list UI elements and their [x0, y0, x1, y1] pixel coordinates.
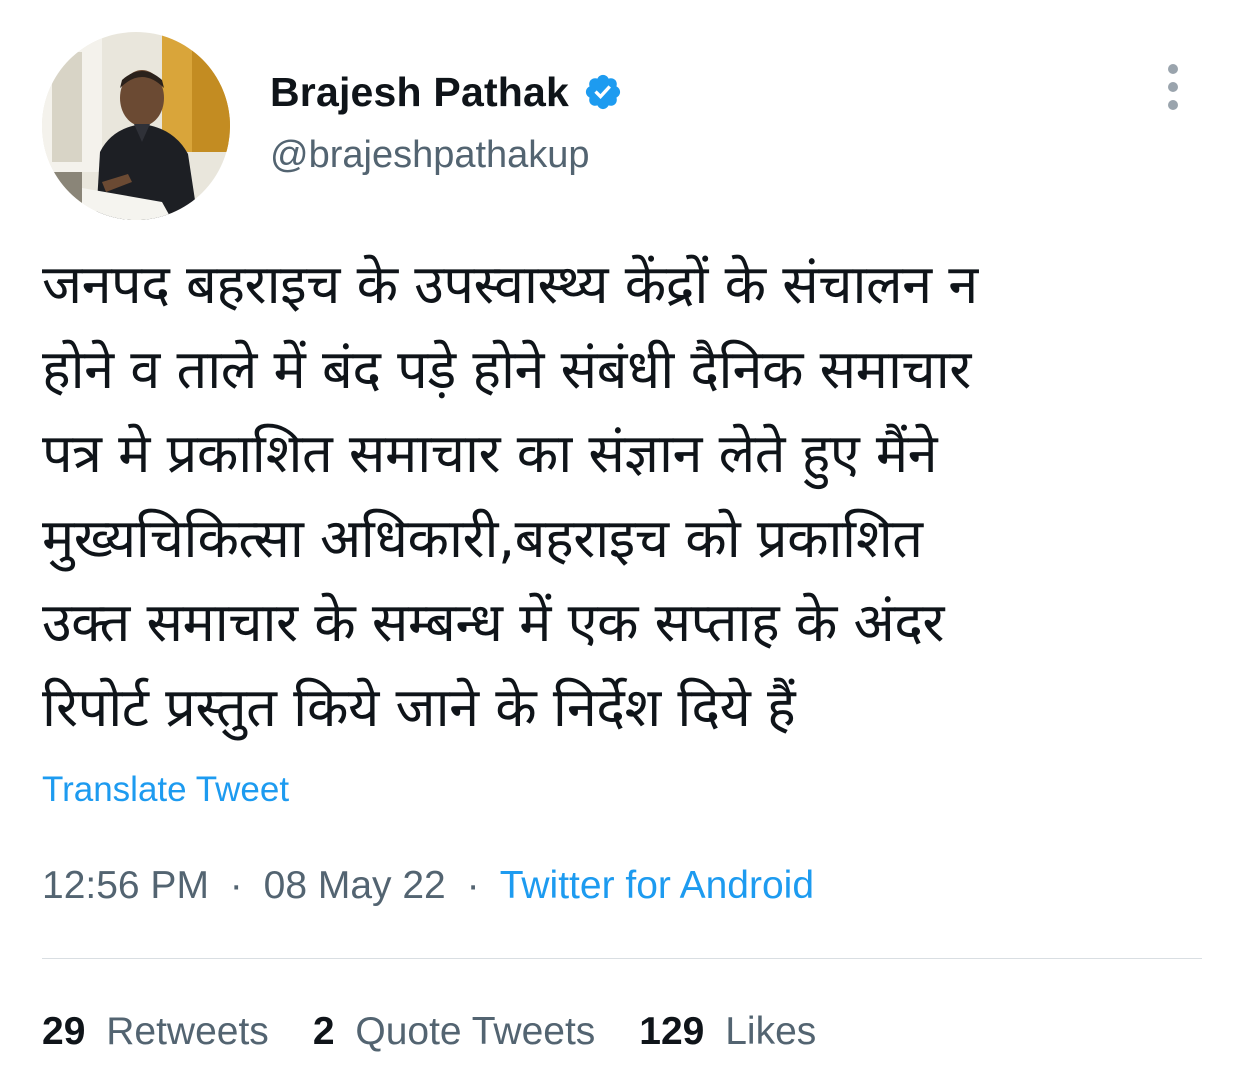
more-vertical-icon — [1168, 64, 1178, 74]
tweet-text-line: होने व ताले में बंद पड़े होने संबंधी दैन… — [42, 337, 971, 401]
meta-separator: · — [466, 864, 480, 907]
quote-tweets-label: Quote Tweets — [355, 1010, 596, 1053]
tweet-source-link[interactable]: Twitter for Android — [500, 864, 814, 907]
tweet-text-line: पत्र मे प्रकाशित समाचार का संज्ञान लेते … — [42, 422, 938, 485]
translate-tweet-link[interactable]: Translate Tweet — [42, 770, 289, 810]
retweets-stat[interactable]: 29 Retweets — [42, 1010, 269, 1054]
author-name[interactable]: Brajesh Pathak — [270, 69, 569, 116]
likes-label: Likes — [725, 1010, 817, 1053]
tweet-date[interactable]: 08 May 22 — [264, 864, 446, 907]
tweet-stats: 29 Retweets 2 Quote Tweets 129 Likes — [42, 1010, 860, 1054]
quote-tweets-stat[interactable]: 2 Quote Tweets — [313, 1010, 595, 1054]
likes-stat[interactable]: 129 Likes — [639, 1010, 816, 1054]
tweet-time[interactable]: 12:56 PM — [42, 864, 209, 907]
more-options-button[interactable] — [1158, 60, 1190, 114]
divider — [42, 958, 1202, 959]
tweet-meta: 12:56 PM · 08 May 22 · Twitter for Andro… — [42, 864, 814, 908]
author-handle[interactable]: @brajeshpathakup — [270, 134, 590, 177]
tweet-text-line: मुख्यचिकित्सा अधिकारी,बहराइच को प्रकाशित — [42, 506, 923, 570]
tweet-card: Brajesh Pathak @brajeshpathakup जनपद बहर… — [0, 0, 1242, 1072]
verified-badge-icon — [583, 72, 623, 112]
tweet-text-line: उक्त समाचार के सम्बन्ध में एक सप्ताह के … — [42, 591, 945, 654]
tweet-text-line: रिपोर्ट प्रस्तुत किये जाने के निर्देश दि… — [42, 675, 796, 739]
retweets-label: Retweets — [106, 1010, 269, 1053]
likes-count: 129 — [639, 1010, 705, 1053]
tweet-text-line: जनपद बहराइच के उपस्वास्थ्य केंद्रों के स… — [42, 253, 978, 316]
tweet-text: जनपद बहराइच के उपस्वास्थ्य केंद्रों के स… — [42, 243, 1202, 750]
retweets-count: 29 — [42, 1010, 86, 1053]
author-avatar[interactable] — [42, 32, 230, 220]
more-vertical-icon — [1168, 100, 1178, 110]
quote-tweets-count: 2 — [312, 1010, 335, 1053]
meta-separator: · — [229, 864, 243, 907]
author-name-row[interactable]: Brajesh Pathak — [270, 62, 623, 122]
more-vertical-icon — [1168, 82, 1178, 92]
